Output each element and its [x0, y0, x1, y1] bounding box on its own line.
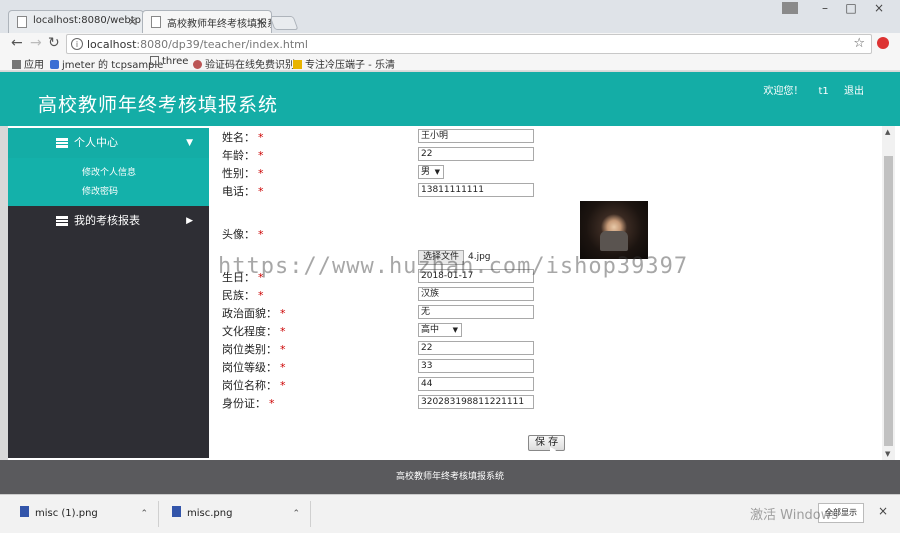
field-row-name: 姓名： *	[222, 131, 264, 144]
watermark-text: https://www.huzhan.com/ishop39397	[218, 254, 689, 279]
politics-input[interactable]: 无	[418, 305, 534, 319]
field-row-ethnicity: 民族： *	[222, 289, 264, 302]
reload-icon[interactable]: ↻	[48, 35, 60, 51]
user-profile-icon[interactable]	[782, 2, 798, 14]
mouse-cursor-icon	[550, 447, 556, 460]
page-icon	[150, 56, 159, 65]
back-icon[interactable]: ←	[11, 35, 23, 51]
field-row-phone: 电话： *	[222, 185, 264, 198]
field-row-avatar: 头像： *	[222, 228, 264, 241]
scrollbar-thumb[interactable]	[884, 156, 893, 446]
chevron-down-icon: ▼	[452, 326, 458, 334]
logout-link[interactable]: 退出	[844, 86, 864, 97]
close-tab-icon[interactable]: ×	[128, 15, 137, 28]
address-bar[interactable]: i localhost:8080/dp39/teacher/index.html…	[66, 34, 872, 54]
download-item[interactable]: misc (1).png ⌃	[20, 503, 148, 525]
shield-icon	[50, 60, 59, 69]
info-icon[interactable]: i	[71, 38, 83, 50]
avatar-image	[580, 201, 648, 259]
profile-form: 姓名： * 王小明 年龄： * 22 性别： * 男 ▼ 电话： * 1381111111…	[222, 126, 872, 460]
submenu-item-edit-profile[interactable]: 修改个人信息	[8, 164, 209, 183]
close-tab-icon[interactable]: ×	[256, 15, 265, 28]
image-file-icon	[172, 506, 181, 517]
submenu-item-change-password[interactable]: 修改密码	[8, 183, 209, 202]
sidebar-item-label: 我的考核报表	[74, 214, 140, 227]
education-select[interactable]: 高中 ▼	[418, 323, 462, 337]
phone-input[interactable]: 13811111111	[418, 183, 534, 197]
chevron-up-icon[interactable]: ⌃	[292, 503, 300, 525]
sidebar-item-label: 个人中心	[74, 136, 118, 149]
minimize-icon[interactable]: –	[812, 1, 838, 17]
browser-tabstrip: localhost:8080/webtp × 高校教师年终考核填报系 × – □…	[0, 0, 900, 33]
site-footer: 高校教师年终考核填报系统	[0, 460, 900, 494]
bookmark-terminal[interactable]: 专注冷压端子 - 乐清	[293, 56, 395, 71]
age-input[interactable]: 22	[418, 147, 534, 161]
maximize-icon[interactable]: □	[838, 1, 864, 17]
download-item[interactable]: misc.png ⌃	[172, 503, 300, 525]
ethnicity-input[interactable]: 汉族	[418, 287, 534, 301]
chevron-right-icon: ▶	[186, 216, 193, 226]
submenu: 修改个人信息 修改密码	[8, 158, 209, 206]
field-row-post-type: 岗位类别： *	[222, 343, 286, 356]
stack-icon	[56, 138, 68, 148]
bookmark-apps[interactable]: 应用	[12, 56, 44, 71]
bookmark-three[interactable]: three	[150, 56, 188, 67]
divider	[158, 501, 159, 527]
welcome-text: 欢迎您！	[763, 86, 804, 97]
field-row-education: 文化程度： *	[222, 325, 286, 338]
scroll-down-icon[interactable]: ▼	[885, 450, 890, 458]
apps-grid-icon	[12, 60, 21, 69]
chevron-up-icon[interactable]: ⌃	[140, 503, 148, 525]
bookmark-star-icon[interactable]: ☆	[853, 36, 865, 51]
page-icon	[151, 16, 161, 28]
sidebar-item-personal-center[interactable]: 个人中心 ▼	[8, 128, 209, 158]
field-row-post-level: 岗位等级： *	[222, 361, 286, 374]
header-user-links: 欢迎您！ t1 退出	[751, 82, 864, 97]
field-row-post-name: 岗位名称： *	[222, 379, 286, 392]
gender-select[interactable]: 男 ▼	[418, 165, 444, 179]
stack-icon	[56, 216, 68, 226]
site-title: 高校教师年终考核填报系统	[38, 94, 279, 116]
post-level-input[interactable]: 33	[418, 359, 534, 373]
url-text: localhost:8080/dp39/teacher/index.html	[87, 38, 308, 51]
extension-icon[interactable]	[877, 37, 889, 49]
field-row-politics: 政治面貌： *	[222, 307, 286, 320]
sidebar: 个人中心 ▼ 修改个人信息 修改密码 我的考核报表 ▶	[8, 128, 209, 458]
field-row-gender: 性别： *	[222, 167, 264, 180]
thumb-icon	[293, 60, 302, 69]
save-button[interactable]: 保 存	[528, 435, 566, 451]
window-close-icon[interactable]: ×	[866, 1, 892, 17]
post-type-input[interactable]: 22	[418, 341, 534, 355]
bookmarks-bar: 应用 jmeter 的 tcpsample three 验证码在线免费识别- 专…	[0, 55, 900, 71]
tab-label: localhost:8080/webtp	[33, 15, 142, 26]
field-row-id-card: 身份证： *	[222, 397, 275, 410]
page-icon	[17, 16, 27, 28]
chevron-down-icon: ▼	[186, 138, 193, 148]
id-card-input[interactable]: 320283198811221111	[418, 395, 534, 409]
sidebar-item-my-reports[interactable]: 我的考核报表 ▶	[8, 206, 209, 236]
divider	[310, 501, 311, 527]
new-tab-button[interactable]	[269, 16, 299, 30]
bookmark-captcha[interactable]: 验证码在线免费识别-	[193, 56, 299, 71]
close-downloads-icon[interactable]: ×	[878, 504, 888, 518]
browser-tab-active[interactable]: 高校教师年终考核填报系 ×	[142, 10, 272, 33]
chevron-down-icon: ▼	[434, 168, 440, 176]
username-link[interactable]: t1	[819, 86, 829, 97]
page-scrollbar[interactable]: ▲ ▼	[882, 126, 895, 460]
browser-tab[interactable]: localhost:8080/webtp ×	[8, 10, 144, 33]
image-file-icon	[20, 506, 29, 517]
bookmark-jmeter[interactable]: jmeter 的 tcpsample	[50, 56, 163, 71]
globe-icon	[193, 60, 202, 69]
browser-toolbar: ← → ↻ i localhost:8080/dp39/teacher/inde…	[0, 33, 900, 55]
forward-icon[interactable]: →	[30, 35, 42, 51]
post-name-input[interactable]: 44	[418, 377, 534, 391]
scroll-up-icon[interactable]: ▲	[885, 128, 890, 136]
field-row-age: 年龄： *	[222, 149, 264, 162]
activate-windows-overlay: 激活 Windows	[750, 508, 839, 523]
site-header: 高校教师年终考核填报系统 欢迎您！ t1 退出	[0, 72, 900, 126]
name-input[interactable]: 王小明	[418, 129, 534, 143]
